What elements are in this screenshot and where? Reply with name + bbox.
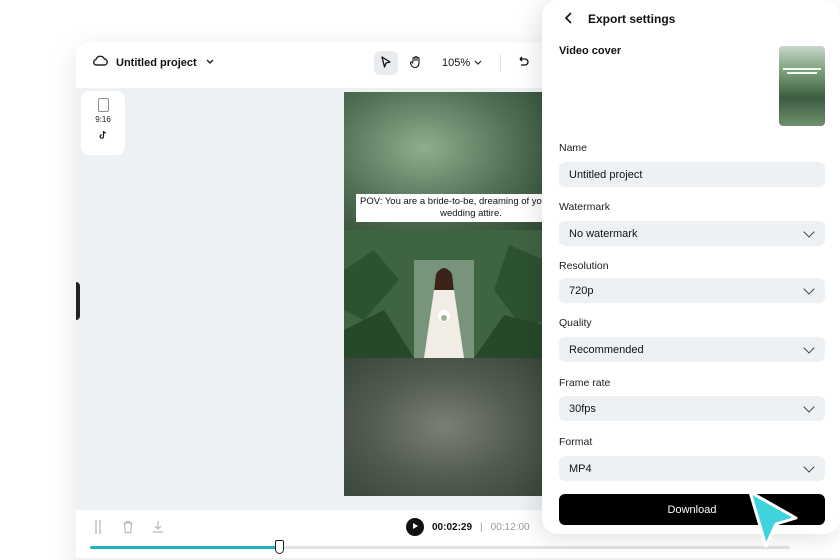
video-preview[interactable] (344, 92, 544, 496)
timeline-progress (90, 546, 279, 549)
time-separator: | (480, 521, 483, 533)
thumbnail-caption-line (783, 68, 821, 70)
quality-value: Recommended (569, 343, 644, 356)
panel-title: Export settings (588, 12, 676, 26)
phone-frame-icon (97, 98, 109, 112)
chevron-down-icon (803, 400, 815, 413)
select-tool-button[interactable] (374, 51, 398, 75)
video-cover-thumbnail[interactable] (779, 46, 825, 126)
split-icon[interactable] (92, 520, 104, 537)
quality-select[interactable]: Recommended (559, 337, 825, 362)
panel-header: Export settings (564, 11, 675, 27)
zoom-level: 105% (442, 57, 471, 69)
format-value: MP4 (569, 462, 592, 475)
resolution-select[interactable]: 720p (559, 278, 825, 303)
app-screen: Untitled project 105% 9:16 POV: You are … (0, 0, 840, 560)
back-arrow-icon[interactable] (564, 11, 574, 27)
hand-icon (409, 55, 423, 72)
total-time: 00:12:00 (490, 521, 530, 533)
frame-rate-select[interactable]: 30fps (559, 396, 825, 421)
mouse-cursor-icon (748, 490, 798, 548)
playback-controls: 00:02:29 | 00:12:00 (406, 518, 530, 536)
chevron-down-icon (803, 282, 815, 295)
timeline-scrubber[interactable] (90, 540, 790, 554)
name-field[interactable] (559, 162, 825, 187)
chevron-down-icon (474, 57, 482, 69)
undo-icon (516, 55, 530, 72)
select-pointer-icon (379, 55, 393, 72)
tiktok-icon (98, 127, 108, 145)
video-cover-label: Video cover (559, 45, 622, 57)
name-label: Name (559, 142, 588, 154)
frame-rate-label: Frame rate (559, 377, 611, 389)
project-menu[interactable]: Untitled project (92, 54, 215, 71)
chevron-down-icon (803, 460, 815, 473)
download-icon[interactable] (152, 520, 164, 537)
format-select[interactable]: MP4 (559, 456, 825, 481)
resolution-label: Resolution (559, 260, 609, 272)
timeline-actions (92, 520, 164, 537)
format-label: Format (559, 436, 593, 448)
export-settings-panel: Export settings Video cover Name Waterma… (542, 0, 840, 534)
blurred-background-bottom (344, 358, 544, 496)
frame-rate-value: 30fps (569, 402, 596, 415)
name-input[interactable] (569, 168, 813, 181)
chevron-down-icon (803, 225, 815, 238)
aspect-ratio-selector[interactable]: 9:16 (81, 91, 125, 155)
current-time: 00:02:29 (432, 521, 473, 533)
chevron-down-icon (803, 341, 815, 354)
quality-label: Quality (559, 317, 592, 329)
play-button[interactable] (406, 518, 424, 536)
thumbnail-caption-line (787, 72, 817, 74)
playhead-handle[interactable] (275, 540, 284, 554)
watermark-value: No watermark (569, 227, 638, 240)
undo-button[interactable] (511, 51, 535, 75)
trash-icon[interactable] (122, 520, 134, 537)
chevron-down-icon (205, 57, 215, 69)
aspect-ratio-label: 9:16 (95, 115, 111, 124)
canvas-tools: 105% (374, 51, 535, 75)
collapse-panel-handle[interactable] (76, 282, 80, 320)
project-title: Untitled project (116, 56, 197, 69)
cloud-icon (92, 54, 108, 71)
watermark-label: Watermark (559, 201, 610, 213)
zoom-dropdown[interactable]: 105% (442, 57, 482, 69)
hand-tool-button[interactable] (404, 51, 428, 75)
watermark-select[interactable]: No watermark (559, 221, 825, 246)
bride-photo (344, 230, 544, 358)
resolution-value: 720p (569, 284, 594, 297)
toolbar-divider (500, 54, 502, 72)
play-icon (411, 522, 419, 533)
